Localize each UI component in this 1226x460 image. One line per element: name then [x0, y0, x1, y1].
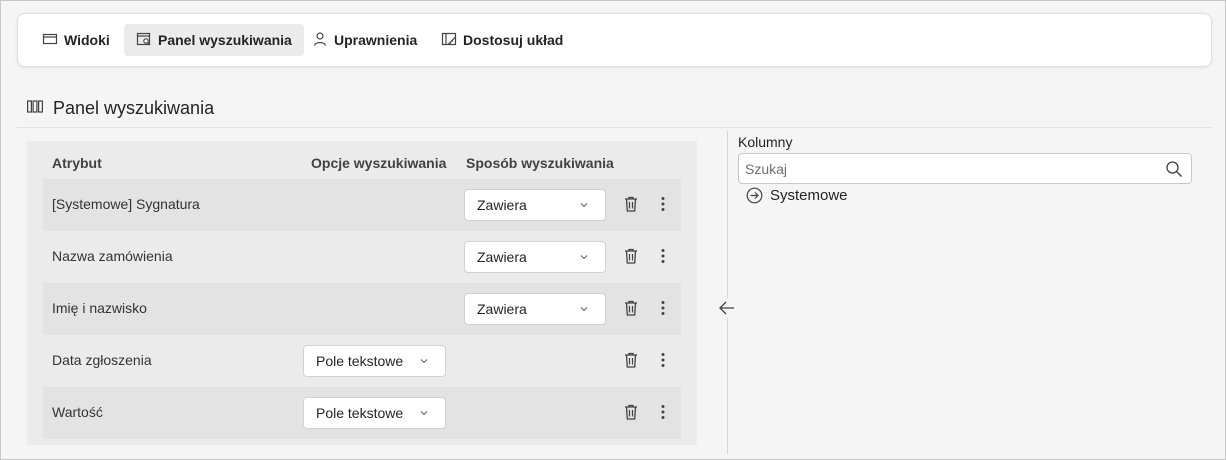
search-method-select[interactable]: Zawiera	[464, 241, 606, 273]
layout-ruler-icon	[441, 31, 457, 50]
more-options-icon[interactable]	[655, 403, 671, 421]
trash-icon[interactable]	[623, 247, 639, 265]
search-method-select[interactable]: Zawiera	[464, 293, 606, 325]
search-attributes-table: Atrybut Opcje wyszukiwania Sposób wyszuk…	[27, 141, 697, 445]
search-panel-icon	[136, 31, 152, 50]
page-title-text: Panel wyszukiwania	[53, 97, 215, 118]
arrow-left-icon[interactable]	[717, 298, 737, 318]
trash-icon[interactable]	[623, 195, 639, 213]
tab-label: Dostosuj układ	[463, 32, 564, 48]
select-value: Zawiera	[477, 249, 527, 265]
table-row: Wartość Pole tekstowe	[43, 387, 681, 439]
header-sposob-wyszukiwania: Sposób wyszukiwania	[466, 155, 614, 171]
tab-panel-wyszukiwania[interactable]: Panel wyszukiwania	[124, 24, 304, 56]
chevron-down-icon	[580, 307, 588, 312]
select-value: Zawiera	[477, 197, 527, 213]
columns-icon	[27, 98, 44, 119]
trash-icon[interactable]	[623, 299, 639, 317]
columns-search-box[interactable]	[738, 153, 1192, 184]
trash-icon[interactable]	[623, 403, 639, 421]
tab-label: Widoki	[64, 32, 110, 48]
more-options-icon[interactable]	[655, 247, 671, 265]
select-value: Pole tekstowe	[316, 405, 404, 421]
table-row: [Systemowe] Sygnatura Zawiera	[43, 179, 681, 231]
table-row: Nazwa zamówienia Zawiera	[43, 231, 681, 283]
divider	[17, 127, 1212, 128]
chevron-down-icon	[580, 203, 588, 208]
table-row: Imię i nazwisko Zawiera	[43, 283, 681, 335]
person-icon	[312, 31, 328, 50]
search-option-select[interactable]: Pole tekstowe	[303, 345, 446, 377]
header-atrybut: Atrybut	[52, 155, 102, 171]
attribute-name: Data zgłoszenia	[52, 352, 152, 368]
tab-widoki[interactable]: Widoki	[30, 24, 122, 56]
tab-label: Uprawnienia	[334, 32, 418, 48]
tree-item-label: Systemowe	[770, 186, 848, 204]
select-value: Zawiera	[477, 301, 527, 317]
page-title: Panel wyszukiwania	[27, 96, 214, 120]
chevron-down-icon	[580, 255, 588, 260]
tab-uprawnienia[interactable]: Uprawnienia	[300, 24, 429, 56]
more-options-icon[interactable]	[655, 351, 671, 369]
tab-label: Panel wyszukiwania	[158, 32, 292, 48]
more-options-icon[interactable]	[655, 195, 671, 213]
tree-item-systemowe[interactable]: Systemowe	[746, 185, 848, 205]
tab-bar: Widoki Panel wyszukiwania Uprawnienia Do…	[17, 13, 1212, 67]
table-row: Data zgłoszenia Pole tekstowe	[43, 335, 681, 387]
attribute-name: [Systemowe] Sygnatura	[52, 196, 200, 212]
search-input[interactable]	[745, 160, 1155, 178]
search-option-select[interactable]: Pole tekstowe	[303, 397, 446, 429]
search-method-select[interactable]: Zawiera	[464, 189, 606, 221]
columns-label: Kolumny	[738, 134, 793, 150]
trash-icon[interactable]	[623, 351, 639, 369]
search-icon[interactable]	[1165, 160, 1183, 178]
arrow-circle-right-icon	[746, 187, 763, 203]
app-frame: Widoki Panel wyszukiwania Uprawnienia Do…	[0, 0, 1226, 460]
chevron-down-icon	[420, 359, 428, 364]
panel-separator	[727, 131, 728, 454]
header-opcje-wyszukiwania: Opcje wyszukiwania	[311, 155, 447, 171]
window-icon	[42, 31, 58, 50]
attribute-name: Wartość	[52, 404, 103, 420]
attribute-name: Imię i nazwisko	[52, 300, 147, 316]
select-value: Pole tekstowe	[316, 353, 404, 369]
more-options-icon[interactable]	[655, 299, 671, 317]
chevron-down-icon	[420, 411, 428, 416]
attribute-name: Nazwa zamówienia	[52, 248, 173, 264]
tab-dostosuj-uklad[interactable]: Dostosuj układ	[429, 24, 575, 56]
